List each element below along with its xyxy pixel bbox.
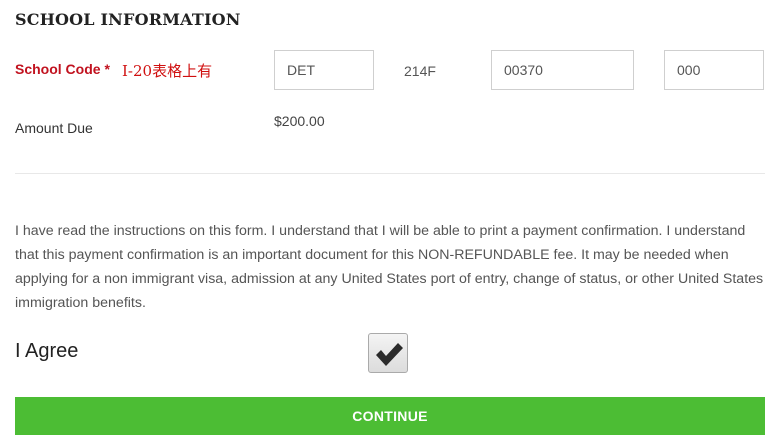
school-code-part3-input[interactable] bbox=[491, 50, 634, 90]
school-code-part4-input[interactable] bbox=[664, 50, 764, 90]
school-code-part1-input[interactable] bbox=[274, 50, 374, 90]
school-code-part2-text: 214F bbox=[404, 63, 436, 79]
amount-due-value: $200.00 bbox=[274, 113, 325, 129]
handwritten-annotation: I-20表格上有 bbox=[122, 62, 213, 80]
amount-due-label: Amount Due bbox=[15, 120, 93, 136]
agreement-text: I have read the instructions on this for… bbox=[15, 223, 764, 311]
checkmark-icon bbox=[376, 343, 403, 366]
section-divider bbox=[15, 173, 765, 174]
continue-button[interactable]: CONTINUE bbox=[15, 397, 765, 435]
school-code-label: School Code * bbox=[15, 61, 110, 77]
agree-checkbox[interactable] bbox=[368, 333, 408, 373]
section-title: SCHOOL INFORMATION bbox=[15, 10, 241, 29]
agree-label: I Agree bbox=[15, 340, 79, 362]
